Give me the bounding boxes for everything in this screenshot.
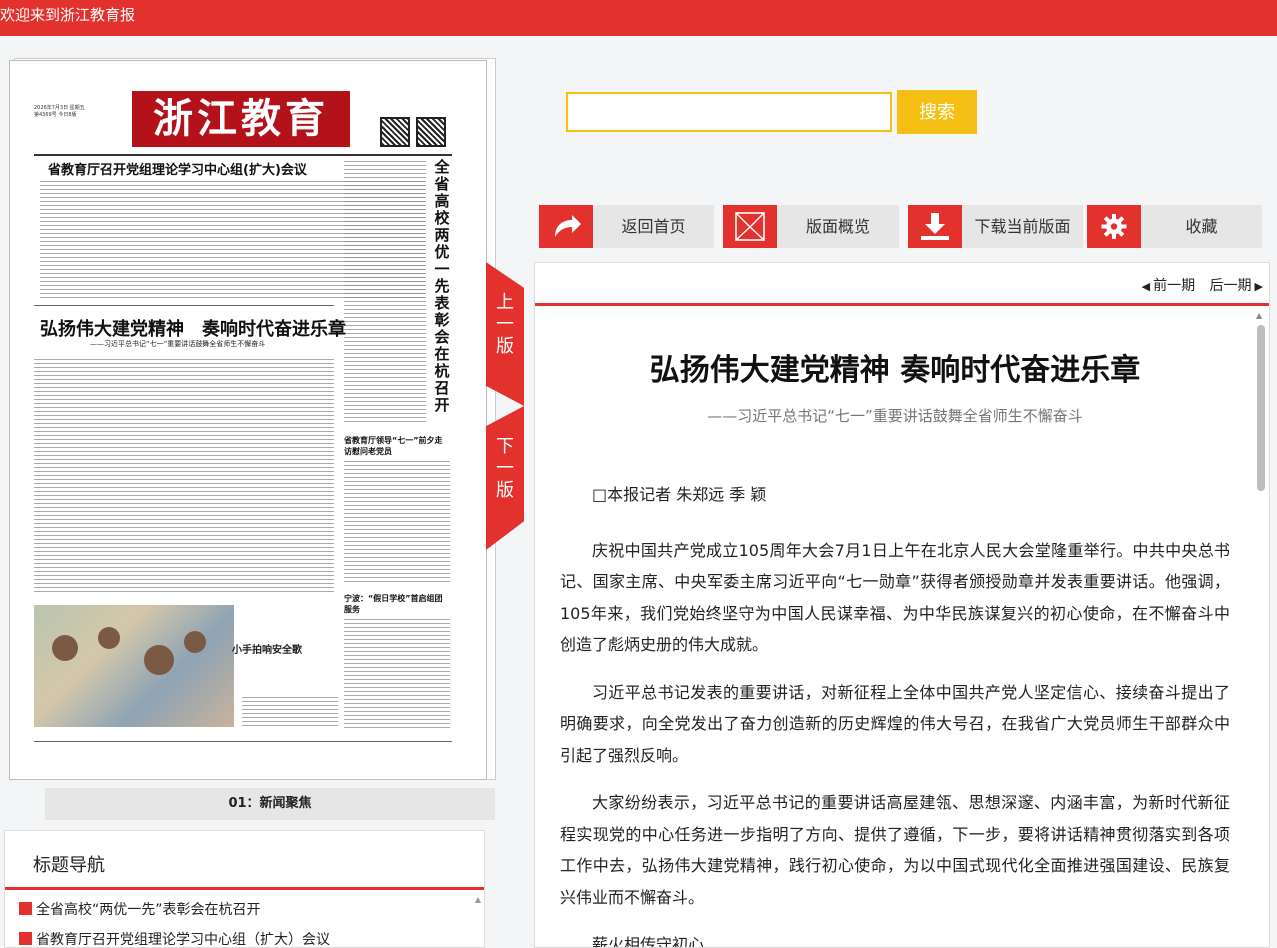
scroll-up-icon[interactable]: ▲	[1256, 311, 1262, 320]
article-author: □本报记者 朱郑远 季 颖	[592, 485, 767, 504]
page-label: 01：新闻聚焦	[45, 788, 495, 820]
title-nav-item-label: 全省高校“两优一先”表彰会在杭召开	[36, 902, 261, 918]
favorite-label: 收藏	[1185, 217, 1218, 236]
article-paragraph: 庆祝中国共产党成立105周年大会7月1日上午在北京人民大会堂隆重举行。中共中央总…	[560, 540, 1230, 655]
paper-text-block	[344, 461, 450, 585]
next-issue-label: 后一期	[1209, 278, 1252, 294]
paper-text-block	[34, 359, 334, 595]
date-line: 2026年7月3日 星期五	[34, 105, 85, 111]
home-button[interactable]: 返回首页	[539, 205, 714, 248]
title-nav-list: 全省高校“两优一先”表彰会在杭召开 省教育厅召开党组理论学习中心组（扩大）会议	[19, 895, 330, 947]
gear-icon	[1087, 205, 1141, 248]
article-scrollbar[interactable]: ▲	[1253, 311, 1267, 945]
paper-vertical-headline: 全省高校两优一先表彰会在杭召开	[434, 158, 450, 414]
welcome-text: 欢迎来到浙江教育报	[0, 6, 136, 24]
download-button[interactable]: 下载当前版面	[908, 205, 1083, 248]
paper-footer-rule	[34, 741, 452, 742]
photo-figure	[184, 631, 206, 653]
title-nav-heading: 标题导航	[33, 855, 105, 876]
paper-text-block	[344, 161, 426, 423]
return-arrow-icon	[539, 205, 593, 248]
issue-line: 第4369号 今日8版	[34, 112, 77, 118]
top-bar: 欢迎来到浙江教育报	[0, 0, 1277, 36]
masthead-rule	[34, 154, 452, 156]
prev-issue-label: 前一期	[1153, 278, 1196, 294]
masthead-logo: 浙江教育报	[132, 91, 350, 198]
download-icon	[908, 205, 962, 248]
photo-figure	[98, 627, 120, 649]
scroll-up-icon[interactable]: ▲	[475, 895, 481, 904]
red-square-icon	[19, 902, 32, 915]
paper-text-block	[242, 697, 338, 727]
article-body: □本报记者 朱郑远 季 颖 庆祝中国共产党成立105周年大会7月1日上午在北京人…	[560, 479, 1230, 948]
article-subtitle: ——习近平总书记“七一”重要讲话鼓舞全省师生不懈奋斗	[707, 407, 1083, 425]
home-label: 返回首页	[621, 217, 686, 236]
newspaper-panel: 2026年7月3日 星期五 第4369号 今日8版 浙江教育报 省教育厅召开党组…	[0, 36, 525, 946]
red-square-icon	[19, 932, 32, 945]
paper-headline-4: 宁波：“假日学校”首启组团服务	[344, 594, 443, 614]
scrollbar-thumb[interactable]	[1257, 325, 1265, 491]
qr-code-icon	[416, 117, 446, 147]
article-title: 弘扬伟大建党精神 奏响时代奋进乐章	[649, 353, 1141, 388]
title-nav-item[interactable]: 全省高校“两优一先”表彰会在杭召开	[19, 895, 330, 925]
paper-subheadline-2: ——习近平总书记“七一”重要讲话鼓舞全省师生不懈奋斗	[90, 340, 266, 348]
download-label: 下载当前版面	[974, 217, 1071, 236]
overview-label: 版面概览	[805, 217, 870, 236]
issue-nav: ◀ 前一期 后一期 ▶	[1132, 275, 1263, 295]
paper-text-block	[344, 619, 450, 729]
prev-issue-link[interactable]: ◀ 前一期	[1142, 278, 1195, 294]
article-paragraph: 习近平总书记发表的重要讲话，对新征程上全体中国共产党人坚定信心、接续奋斗提出了明…	[560, 682, 1230, 765]
paper-photo	[34, 605, 234, 727]
next-page-label: 下一版	[496, 436, 514, 501]
qr-code-icon	[380, 117, 410, 147]
photo-figure	[52, 635, 78, 661]
paper-divider	[34, 305, 334, 306]
search-input[interactable]	[566, 92, 892, 132]
favorite-button[interactable]: 收藏	[1087, 205, 1262, 248]
layout-icon	[723, 205, 777, 248]
title-nav-rule	[5, 887, 484, 890]
title-nav-item[interactable]: 省教育厅召开党组理论学习中心组（扩大）会议	[19, 925, 330, 947]
prev-page-label: 上一版	[496, 292, 514, 357]
photo-figure	[144, 645, 174, 675]
paper-headline-2: 弘扬伟大建党精神 奏响时代奋进乐章	[40, 319, 346, 340]
paper-headline-3: 省教育厅领导“七一”前夕走访慰问老党员	[344, 436, 443, 456]
caret-left-icon: ◀	[1141, 280, 1151, 293]
article-rule	[535, 303, 1269, 306]
newspaper-page-image[interactable]: 2026年7月3日 星期五 第4369号 今日8版 浙江教育报 省教育厅召开党组…	[9, 60, 487, 780]
caret-right-icon: ▶	[1254, 280, 1263, 293]
article-panel: ◀ 前一期 后一期 ▶ 弘扬伟大建党精神 奏响时代奋进乐章 ——习近平总书记“七一”…	[534, 262, 1270, 948]
title-nav: 标题导航 全省高校“两优一先”表彰会在杭召开 省教育厅召开党组理论学习中心组（扩…	[4, 830, 485, 948]
paper-headline-1: 省教育厅召开党组理论学习中心组(扩大)会议	[48, 163, 307, 178]
search-button[interactable]: 搜索	[897, 90, 977, 134]
masthead-info: 2026年7月3日 星期五 第4369号 今日8版	[34, 105, 114, 119]
article-paragraph: 大家纷纷表示，习近平总书记的重要讲话高屋建瓴、思想深邃、内涵丰富，为新时代新征程…	[560, 793, 1230, 907]
article-paragraph: 薪火相传守初心	[592, 935, 705, 948]
overview-button[interactable]: 版面概览	[723, 205, 899, 248]
next-issue-link[interactable]: 后一期 ▶	[1210, 278, 1263, 294]
paper-photo-caption: 小手拍响安全歌	[232, 645, 302, 656]
